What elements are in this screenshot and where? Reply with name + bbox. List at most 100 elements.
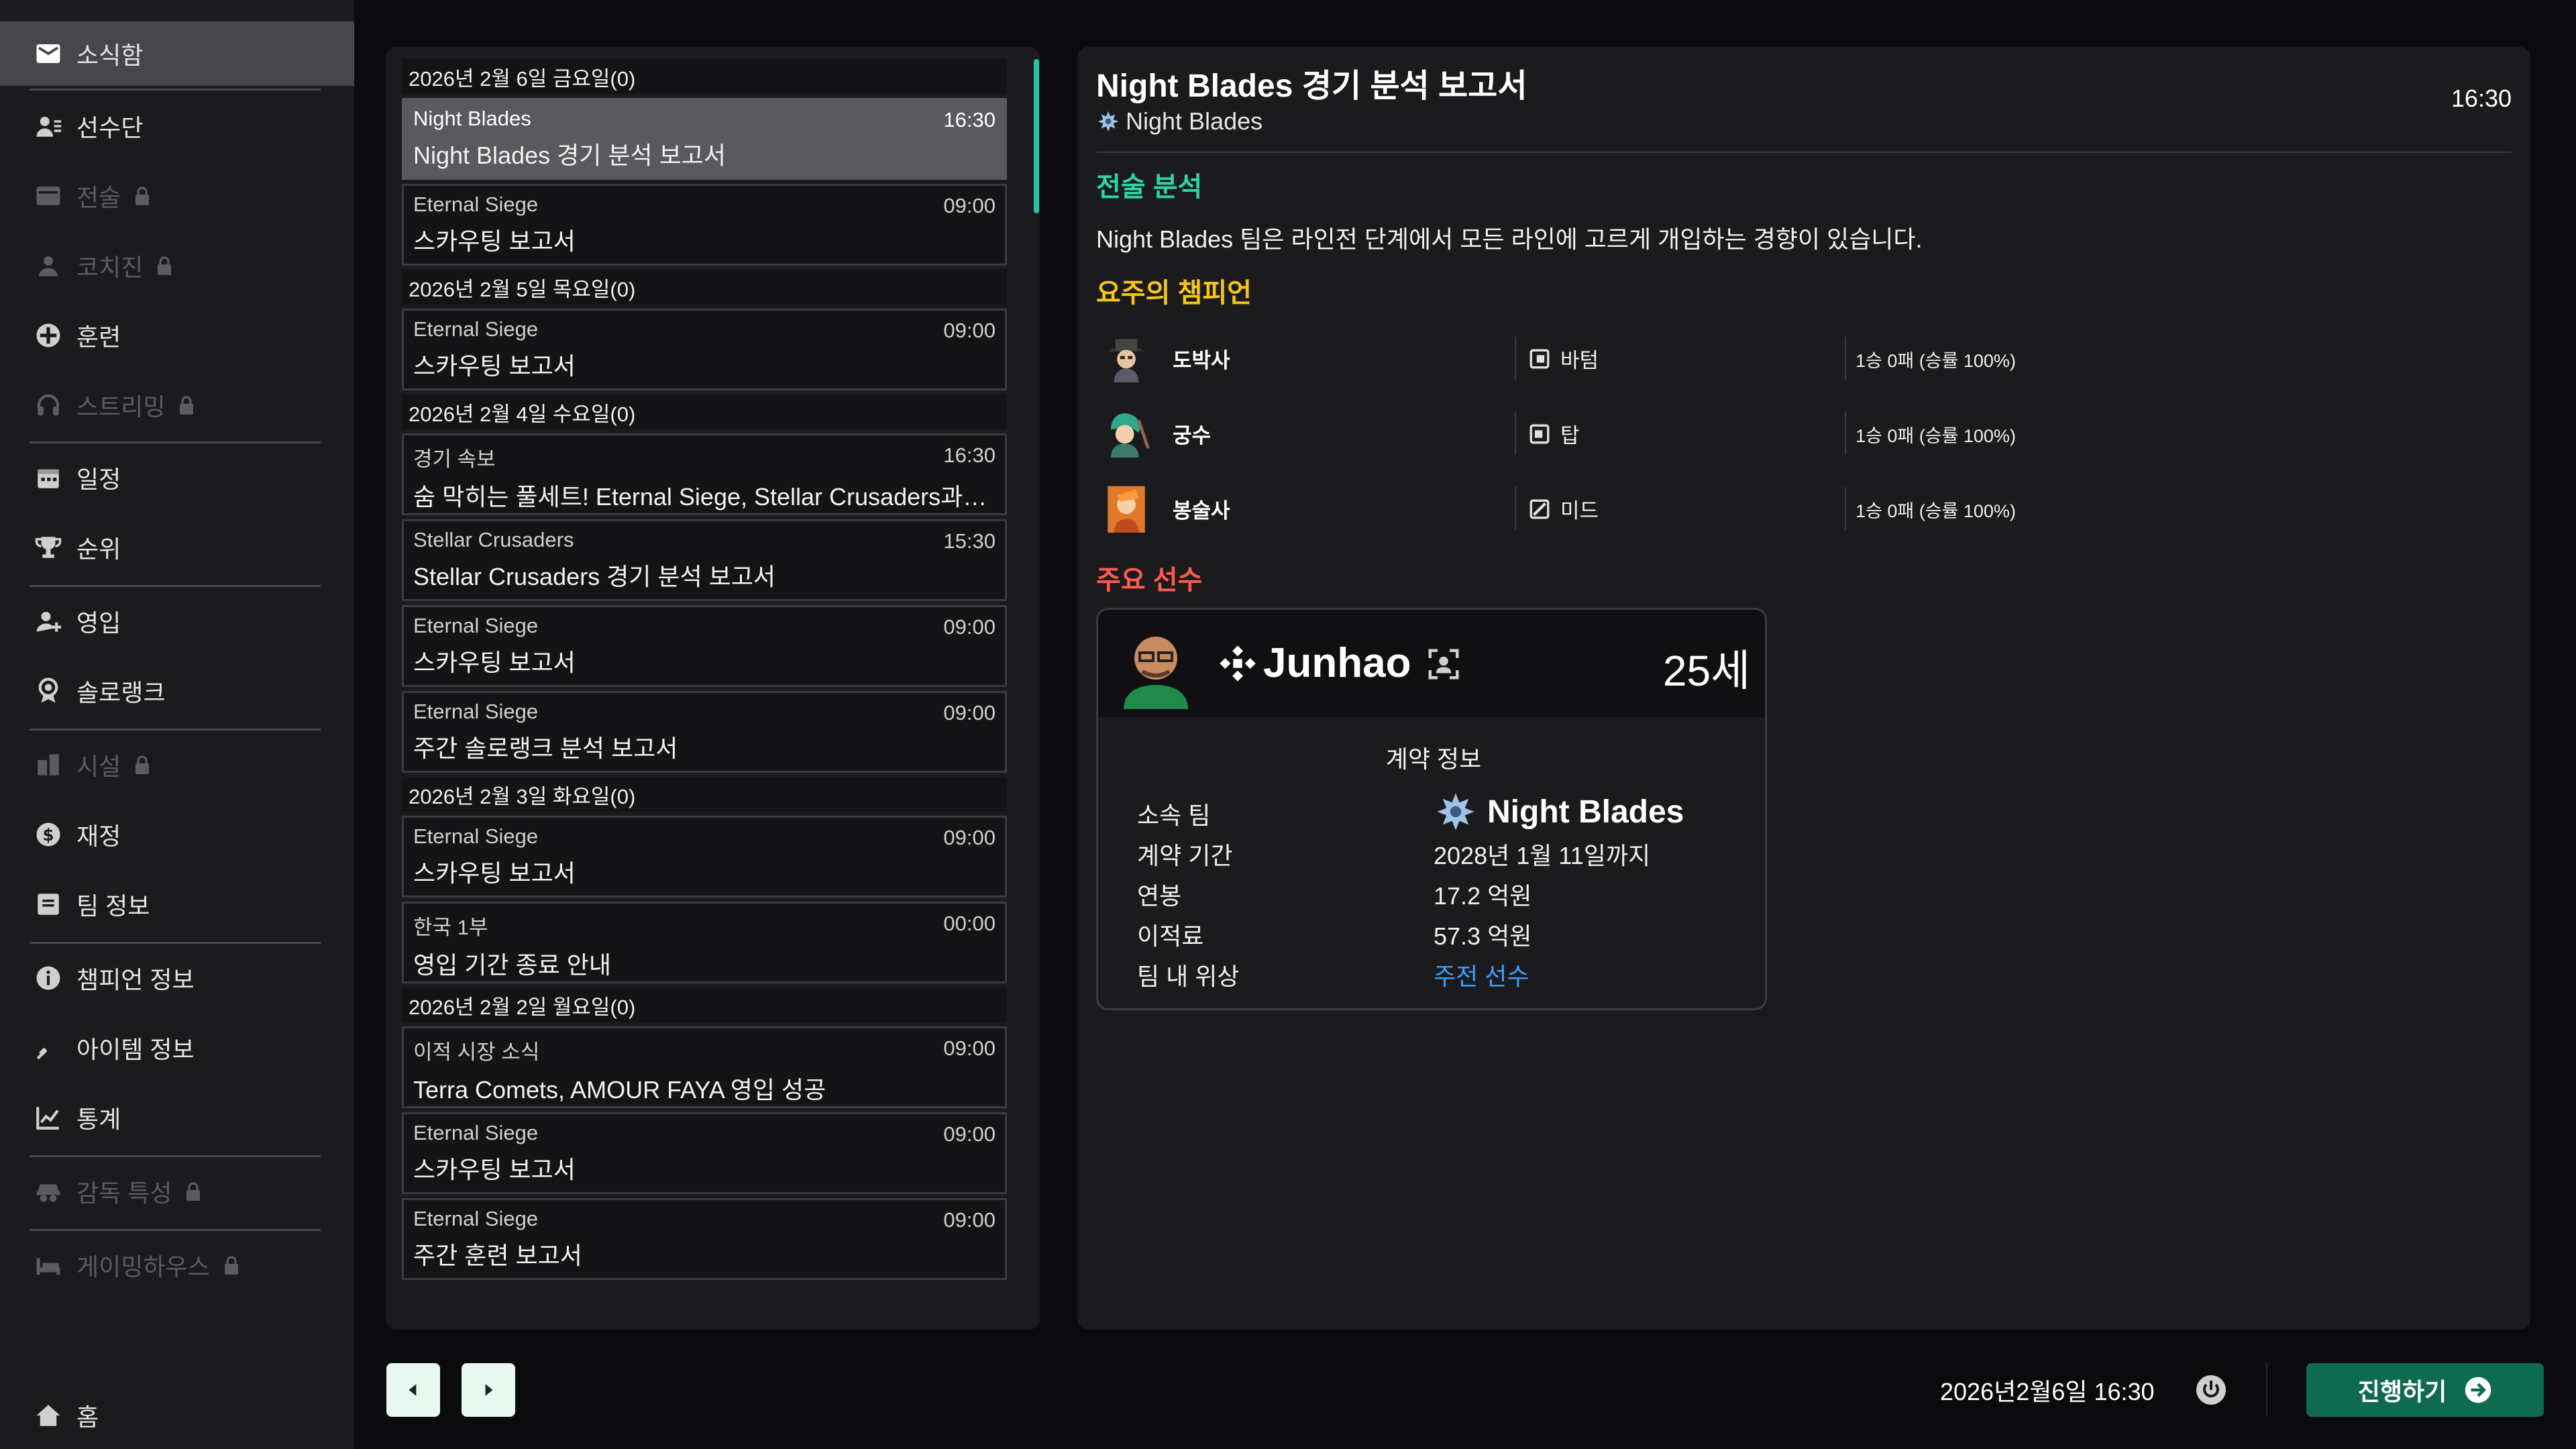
champion-position: 바텀	[1528, 343, 1599, 374]
sidebar-item-roster[interactable]: 선수단	[0, 94, 354, 158]
medal-icon	[34, 676, 63, 706]
mail-item[interactable]: 한국 1부 00:00 영입 기간 종료 안내	[402, 902, 1007, 983]
sidebar-item-gaming-house[interactable]: 게이밍하우스	[0, 1233, 354, 1297]
contract-title: 계약 정보	[1385, 745, 1482, 773]
lock-icon	[223, 1256, 241, 1275]
player-age: 25세	[1662, 647, 1750, 695]
sidebar-item-inbox[interactable]: 소식함	[0, 21, 354, 86]
sidebar-divider	[30, 89, 321, 91]
sidebar-item-item-info[interactable]: 아이템 정보	[0, 1016, 354, 1080]
power-icon[interactable]	[2195, 1374, 2227, 1406]
bottom-lane-icon	[1529, 349, 1550, 368]
sidebar-divider	[30, 729, 321, 731]
sidebar-item-team-info[interactable]: 팀 정보	[0, 872, 354, 936]
mail-sender: Eternal Siege	[413, 1121, 539, 1144]
chevron-left-icon	[409, 1384, 417, 1396]
contract-key: 계약 기간	[1137, 842, 1233, 869]
mail-sender: 경기 속보	[413, 447, 496, 471]
mail-sender: Eternal Siege	[413, 1207, 539, 1230]
mail-subject: 스카우팅 보고서	[413, 1156, 576, 1183]
divider	[1845, 337, 1846, 380]
contract-key: 팀 내 위상	[1137, 963, 1240, 990]
mail-item[interactable]: 경기 속보 16:30 숨 막히는 풀세트! Eternal Siege, Stel…	[402, 433, 1007, 515]
mail-list: 2026년 2월 6일 금요일(0) Night Blades 16:30 Night…	[402, 59, 1007, 1284]
mail-time: 09:00	[943, 1208, 996, 1232]
money-icon: $	[34, 820, 63, 849]
contract-team: Night Blades	[1434, 790, 1684, 834]
sidebar: 소식함 선수단 전술 코치진 훈련 스트리밍 일정 순위 영입 솔로랭크 시설 …	[0, 0, 354, 1449]
sidebar-item-champion-info[interactable]: 챔피언 정보	[0, 946, 354, 1010]
sidebar-item-label: 통계	[76, 1106, 121, 1133]
home-label: 홈	[76, 1403, 99, 1431]
sidebar-divider	[30, 942, 321, 944]
sidebar-item-label: 선수단	[76, 114, 144, 142]
face-scan-icon	[1428, 649, 1459, 680]
add-person-icon	[34, 606, 63, 636]
arrow-right-circle-icon	[2465, 1377, 2491, 1403]
mail-sender: Eternal Siege	[413, 614, 539, 637]
mail-item[interactable]: Eternal Siege 09:00 스카우팅 보고서	[402, 309, 1007, 390]
champion-position: 탑	[1528, 419, 1580, 449]
sidebar-item-facilities[interactable]: 시설	[0, 733, 354, 797]
mail-subject: Night Blades 경기 분석 보고서	[413, 142, 726, 169]
chevron-right-icon	[485, 1384, 493, 1396]
trophy-icon	[34, 533, 63, 562]
contract-role-link[interactable]: 주전 선수	[1434, 957, 1529, 992]
mail-date-header: 2026년 2월 3일 화요일(0)	[402, 777, 1007, 812]
proceed-button[interactable]: 진행하기	[2306, 1363, 2544, 1417]
mail-list-scrollbar[interactable]	[1034, 59, 1039, 213]
sidebar-item-streaming[interactable]: 스트리밍	[0, 373, 354, 437]
chart-icon	[34, 1103, 63, 1132]
lock-icon	[156, 256, 174, 275]
mail-sender: Eternal Siege	[413, 700, 539, 723]
bed-icon	[34, 1250, 63, 1280]
sidebar-item-training[interactable]: 훈련	[0, 303, 354, 368]
sidebar-item-finance[interactable]: $ 재정	[0, 802, 354, 867]
mail-time: 09:00	[943, 1036, 996, 1060]
sidebar-item-label: 아이템 정보	[76, 1036, 195, 1063]
contract-key: 소속 팀	[1137, 802, 1211, 829]
player-card[interactable]: Junhao 25세 계약 정보 소속 팀 Night Blades 계약 기간…	[1096, 608, 1767, 1010]
building-icon	[34, 750, 63, 780]
mail-subject: 스카우팅 보고서	[413, 352, 576, 380]
champion-position-label: 바텀	[1560, 349, 1599, 372]
mail-item[interactable]: Eternal Siege 09:00 주간 훈련 보고서	[402, 1198, 1007, 1280]
sidebar-item-label: 일정	[76, 466, 121, 493]
info-icon	[34, 963, 63, 993]
sidebar-divider	[30, 441, 321, 443]
mail-item[interactable]: Eternal Siege 09:00 주간 솔로랭크 분석 보고서	[402, 691, 1007, 773]
sidebar-item-recruit[interactable]: 영입	[0, 589, 354, 653]
lock-icon	[185, 1182, 203, 1201]
prev-button[interactable]	[386, 1363, 440, 1417]
mail-sender: 이적 시장 소식	[413, 1040, 540, 1064]
mail-item[interactable]: Night Blades 16:30 Night Blades 경기 분석 보고서	[402, 98, 1007, 180]
champion-position-label: 탑	[1560, 424, 1580, 447]
champion-row: 봉술사 미드 1승 0패 (승률 100%)	[1102, 474, 2108, 541]
mail-item[interactable]: 이적 시장 소식 09:00 Terra Comets, AMOUR FAYA 영입…	[402, 1026, 1007, 1108]
mail-item[interactable]: Eternal Siege 09:00 스카우팅 보고서	[402, 605, 1007, 687]
sidebar-item-label: 소식함	[76, 42, 144, 69]
mail-item[interactable]: Stellar Crusaders 15:30 Stellar Crusaders …	[402, 519, 1007, 601]
sidebar-item-tactics[interactable]: 전술	[0, 164, 354, 228]
sidebar-item-coaches[interactable]: 코치진	[0, 233, 354, 298]
sidebar-item-label: 순위	[76, 535, 121, 563]
sidebar-item-home[interactable]: 홈	[0, 1383, 354, 1448]
mail-subject: 스카우팅 보고서	[413, 227, 576, 255]
sidebar-item-stats[interactable]: 통계	[0, 1085, 354, 1150]
mail-title: Night Blades 경기 분석 보고서	[1096, 68, 1527, 104]
sidebar-item-label: 솔로랭크	[76, 679, 166, 706]
next-button[interactable]	[462, 1363, 515, 1417]
top-lane-icon	[1529, 424, 1550, 443]
headset-icon	[34, 390, 63, 420]
mail-item[interactable]: Eternal Siege 09:00 스카우팅 보고서	[402, 1112, 1007, 1194]
sidebar-item-schedule[interactable]: 일정	[0, 445, 354, 510]
mail-item[interactable]: Eternal Siege 09:00 스카우팅 보고서	[402, 184, 1007, 266]
mail-time: 16:30	[2451, 85, 2512, 112]
mail-item[interactable]: Eternal Siege 09:00 스카우팅 보고서	[402, 816, 1007, 898]
champion-record: 1승 0패 (승률 100%)	[1856, 351, 2016, 371]
sidebar-item-label: 스트리밍	[76, 393, 166, 421]
sidebar-item-standings[interactable]: 순위	[0, 515, 354, 580]
sidebar-item-solorank[interactable]: 솔로랭크	[0, 659, 354, 723]
champion-name: 도박사	[1173, 349, 1230, 372]
sidebar-item-manager-traits[interactable]: 감독 특성	[0, 1159, 354, 1224]
